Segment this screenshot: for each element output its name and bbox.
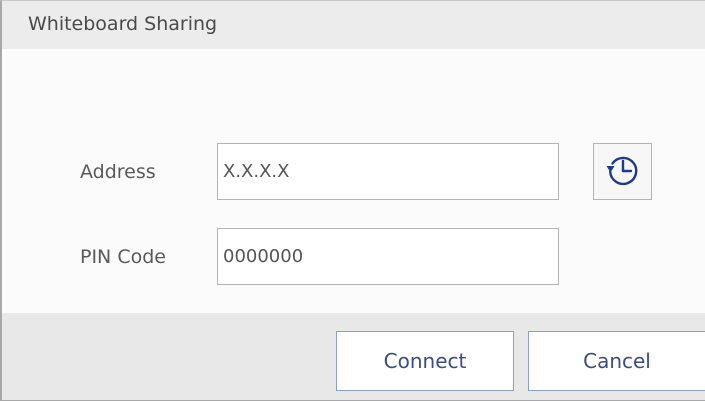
address-label: Address bbox=[80, 161, 156, 183]
connect-button[interactable]: Connect bbox=[336, 331, 514, 391]
whiteboard-sharing-dialog: Whiteboard Sharing Address PIN Code Conn… bbox=[0, 0, 705, 401]
address-history-button[interactable] bbox=[593, 143, 652, 200]
history-clock-icon bbox=[604, 151, 642, 193]
dialog-title: Whiteboard Sharing bbox=[2, 1, 705, 49]
address-input[interactable] bbox=[217, 143, 559, 200]
pin-code-input[interactable] bbox=[217, 228, 559, 285]
cancel-button[interactable]: Cancel bbox=[528, 331, 705, 391]
pin-code-label: PIN Code bbox=[80, 246, 166, 268]
